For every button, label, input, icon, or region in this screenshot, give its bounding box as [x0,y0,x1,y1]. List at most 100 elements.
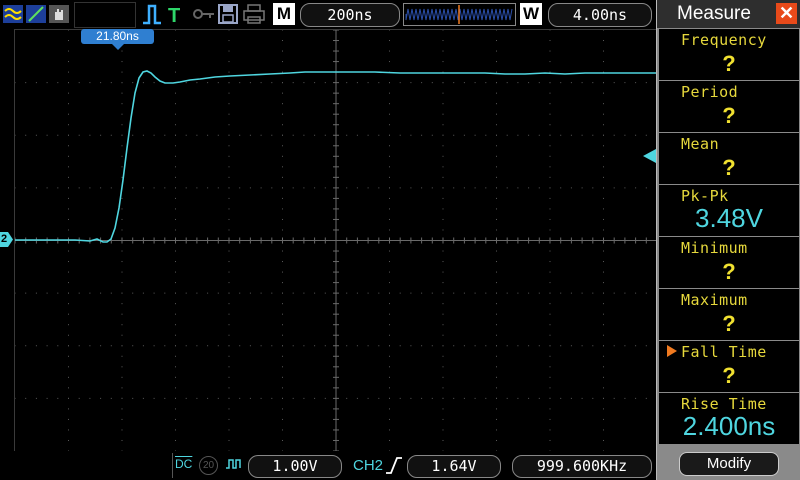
grid-dot [538,345,540,347]
grid-dot [496,334,497,336]
waveform-display[interactable] [14,29,658,452]
grid-dot [175,271,176,273]
grid-dot [442,366,444,368]
grid-dot [581,397,583,399]
grid-dot [431,345,433,347]
cursor-time-tag[interactable]: 21.80ns [81,29,154,44]
line-icon[interactable] [25,2,47,26]
svg-text:T: T [168,5,180,26]
grid-dot [303,134,305,136]
measure-item-pk-pk[interactable]: Pk-Pk 3.48V [659,185,799,236]
grid-dot [603,408,604,410]
grid-dot [121,313,123,315]
grid-dot [314,187,316,189]
measure-item-rise-time[interactable]: Rise Time 2.400ns [659,393,799,444]
grid-dot [442,218,444,220]
modify-button[interactable]: Modify [679,452,779,476]
grid-dot [68,218,69,220]
grid-dot [185,345,187,347]
trigger-level-marker-icon[interactable] [643,149,657,163]
grid-dot [560,292,562,294]
grid-dot [25,292,27,294]
grid-dot [68,103,69,105]
grid-dot [389,303,390,305]
save-icon[interactable] [217,2,239,26]
timebase-readout[interactable]: 200ns [300,3,400,27]
print-icon[interactable] [242,2,266,26]
measure-value: 3.48V [695,203,763,233]
grid-dot [292,187,294,189]
grid-dot [228,292,230,294]
window-time-readout[interactable]: 4.00ns [548,3,652,27]
trigger-source-label[interactable]: CH2 [353,457,383,474]
grid-dot [613,397,615,399]
grid-dot [592,134,594,136]
grid-dot [68,155,69,157]
trigger-level-readout[interactable]: 1.64V [407,455,501,478]
grid-dot [100,345,102,347]
bandwidth-limit-indicator[interactable]: 20 [199,456,218,475]
grid-dot [121,282,123,284]
grid-dot [496,113,497,115]
measure-item-minimum[interactable]: Minimum ? [659,237,799,288]
measure-item-fall-time[interactable]: Fall Time ? [659,341,799,392]
measure-item-maximum[interactable]: Maximum ? [659,289,799,340]
grid-dot [175,92,176,94]
grid-dot [549,40,551,42]
grid-dot [121,124,123,126]
grid-dot [431,292,433,294]
grid-dot [121,397,123,399]
grid-dot [175,30,176,31]
grid-dot [68,166,69,168]
grid-dot [89,292,91,294]
grid-dot [496,355,497,357]
grid-dot [228,124,230,126]
coupling-indicator[interactable]: DC [175,457,192,471]
grid-dot [356,345,358,347]
grid-dot [431,187,433,189]
pulse-trigger-icon[interactable] [141,2,163,26]
grid-dot [410,345,412,347]
waveform-icon[interactable] [2,2,24,26]
grid-dot [282,61,283,63]
grid-dot [324,292,326,294]
volts-per-div-readout[interactable]: 1.00V [248,455,342,478]
window-indicator: W [520,3,542,25]
grid-dot [228,166,230,168]
grid-dot [175,208,176,210]
grid-dot [496,218,497,220]
grid-dot [164,134,166,136]
grid-dot [378,292,380,294]
rising-edge-icon[interactable] [385,456,403,475]
hand-icon[interactable] [48,2,70,26]
close-button[interactable]: ✕ [776,3,797,24]
grid-dot [613,345,615,347]
grid-dot [153,397,155,399]
grid-dot [282,387,283,389]
grid-dot [442,408,444,410]
measure-item-period[interactable]: Period ? [659,81,799,132]
grid-dot [121,197,123,199]
memory-window-bar[interactable] [403,3,516,26]
trigger-T-icon[interactable]: T [166,2,184,26]
measure-item-frequency[interactable]: Frequency ? [659,29,799,80]
grid-dot [68,92,69,94]
measure-item-mean[interactable]: Mean ? [659,133,799,184]
grid-dot [282,345,283,347]
invert-icon[interactable] [225,456,243,473]
grid-dot [496,229,497,231]
grid-dot [228,303,230,305]
grid-dot [57,134,59,136]
grid-dot [346,82,348,84]
grid-dot [260,82,262,84]
grid-dot [175,366,176,368]
grid-dot [549,324,551,326]
grid-dot [356,187,358,189]
grid-dot [121,92,123,94]
grid-dot [142,397,144,399]
channel-2-marker[interactable]: 2 [0,232,13,247]
grid-dot [282,71,283,73]
grid-dot [68,324,69,326]
grid-dot [549,113,551,115]
grid-dot [228,313,230,315]
